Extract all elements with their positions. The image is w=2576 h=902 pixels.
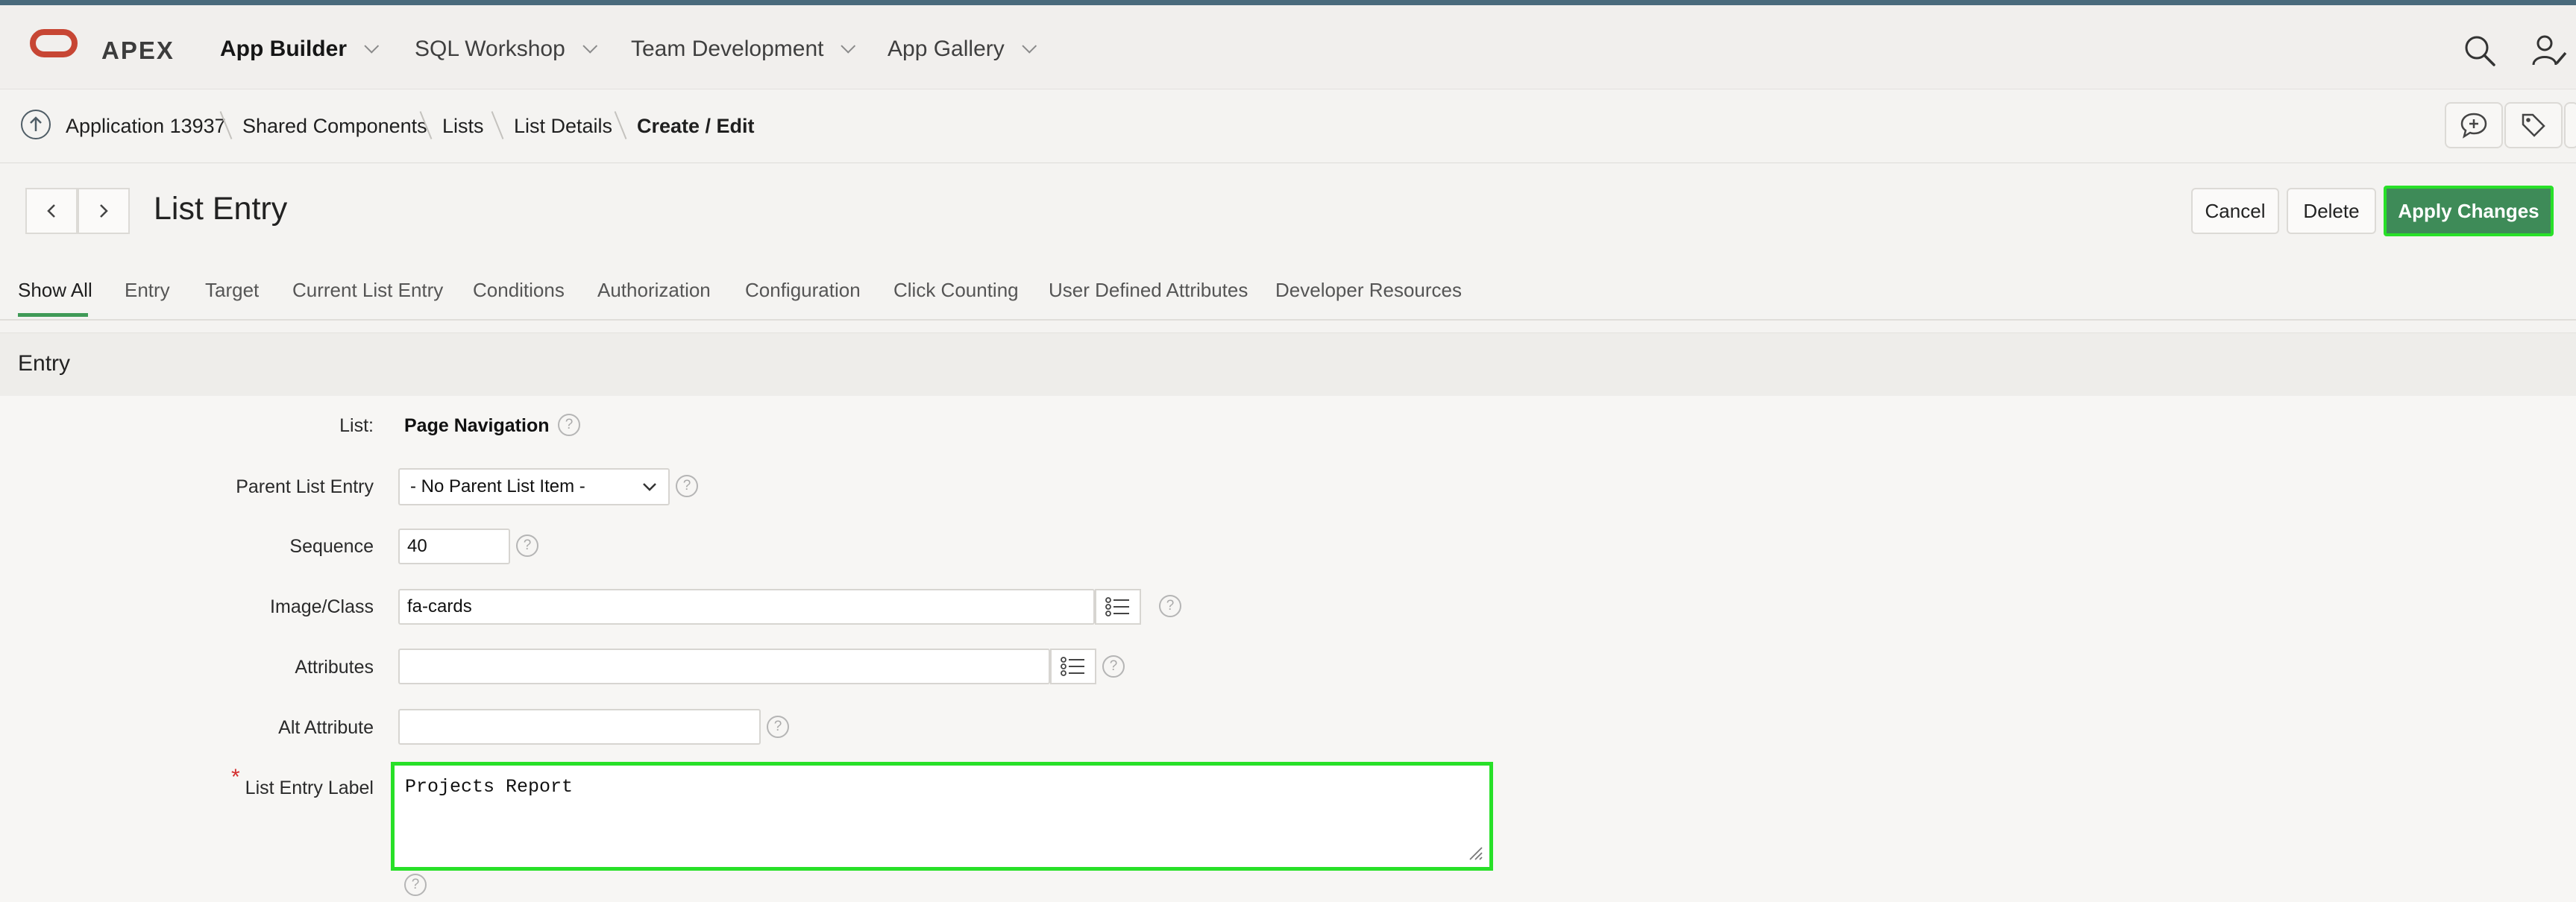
breadcrumb-current: Create / Edit [637,115,755,137]
previous-button[interactable] [25,188,78,234]
list-label: List: [339,415,374,436]
oracle-logo-icon[interactable] [30,29,78,57]
tab-show-all[interactable]: Show All [18,279,92,302]
top-accent-line [0,0,2576,5]
user-settings-icon[interactable] [2531,34,2569,68]
toolbar-overflow-button[interactable] [2564,102,2576,148]
tab-developer-resources[interactable]: Developer Resources [1275,279,1462,302]
tab-conditions[interactable]: Conditions [473,279,565,302]
entry-region-header: Entry [0,332,2576,397]
nav-label: App Builder [220,37,347,61]
tab-authorization[interactable]: Authorization [597,279,711,302]
next-button[interactable] [78,188,130,234]
help-icon[interactable]: ? [676,475,698,497]
tab-entry[interactable]: Entry [125,279,170,302]
page-title: List Entry [154,191,288,227]
breadcrumb-list-details[interactable]: List Details [514,115,612,138]
chevron-down-icon [841,38,856,54]
breadcrumb-lists[interactable]: Lists [442,115,484,138]
nav-app-builder[interactable]: App Builder [220,37,380,62]
up-arrow-icon[interactable] [21,110,51,139]
list-entry-label-field: Projects Report [391,762,1493,871]
nav-app-gallery[interactable]: App Gallery [888,37,1037,62]
active-tab-indicator [18,313,88,317]
help-icon[interactable]: ? [1159,595,1181,617]
region-title: Entry [18,351,71,376]
nav-sql-workshop[interactable]: SQL Workshop [415,37,597,62]
nav-label: SQL Workshop [415,37,565,61]
chevron-right-icon [100,204,108,218]
tag-icon [2522,113,2545,137]
tab-configuration[interactable]: Configuration [745,279,861,302]
breadcrumb-application[interactable]: Application 13937 [66,115,226,138]
help-icon[interactable]: ? [558,414,580,436]
breadcrumb: Application 13937 Shared Components List… [0,89,2576,163]
tab-current-list-entry[interactable]: Current List Entry [292,279,443,302]
list-icon [1061,657,1084,676]
chevron-down-icon [582,38,597,54]
tab-target[interactable]: Target [205,279,259,302]
attributes-input[interactable] [398,649,1050,684]
tag-button[interactable] [2504,102,2563,148]
nav-label: App Gallery [888,37,1005,61]
nav-label: Team Development [631,37,824,61]
sequence-label: Sequence [289,536,374,557]
nav-team-development[interactable]: Team Development [631,37,856,62]
chevron-left-icon [47,204,55,218]
cancel-button[interactable]: Cancel [2191,188,2279,234]
image-class-lov-button[interactable] [1095,589,1141,625]
parent-list-entry-label: Parent List Entry [236,476,374,497]
breadcrumb-separator [491,111,504,139]
app-header: APEX App Builder SQL Workshop Team Devel… [0,5,2576,89]
region-tabs: Show All Entry Target Current List Entry… [0,268,2576,321]
list-entry-label-label: List Entry Label [245,778,374,798]
alt-attribute-label: Alt Attribute [278,717,374,738]
help-icon[interactable]: ? [1102,655,1125,678]
image-class-label: Image/Class [270,596,374,617]
feedback-button[interactable] [2445,102,2503,148]
parent-list-entry-value: - No Parent List Item - [410,476,585,496]
alt-attribute-input[interactable] [398,709,761,745]
apex-brand[interactable]: APEX [101,37,175,65]
breadcrumb-shared-components[interactable]: Shared Components [242,115,427,138]
search-icon[interactable] [2463,34,2497,68]
list-icon [1105,597,1129,616]
attributes-label: Attributes [295,657,374,678]
parent-list-entry-select[interactable]: - No Parent List Item - [398,468,670,505]
list-value: Page Navigation [404,415,550,436]
apply-changes-button[interactable]: Apply Changes [2384,186,2554,236]
resize-handle-icon[interactable] [1467,845,1483,861]
chevron-down-icon [364,38,380,54]
delete-button[interactable]: Delete [2287,188,2376,234]
feedback-icon [2460,113,2487,139]
chevron-down-icon [643,483,656,491]
sequence-input[interactable]: 40 [398,529,510,564]
help-icon[interactable]: ? [767,716,789,738]
chevron-down-icon [1022,38,1037,54]
image-class-input[interactable]: fa-cards [398,589,1095,625]
attributes-lov-button[interactable] [1050,649,1096,684]
tab-user-defined-attributes[interactable]: User Defined Attributes [1049,279,1248,302]
list-entry-label-textarea[interactable]: Projects Report [395,766,1489,867]
help-icon[interactable]: ? [516,534,538,557]
breadcrumb-separator [614,111,627,139]
tab-click-counting[interactable]: Click Counting [893,279,1019,302]
help-icon[interactable]: ? [404,874,427,896]
required-indicator: * [231,765,240,789]
